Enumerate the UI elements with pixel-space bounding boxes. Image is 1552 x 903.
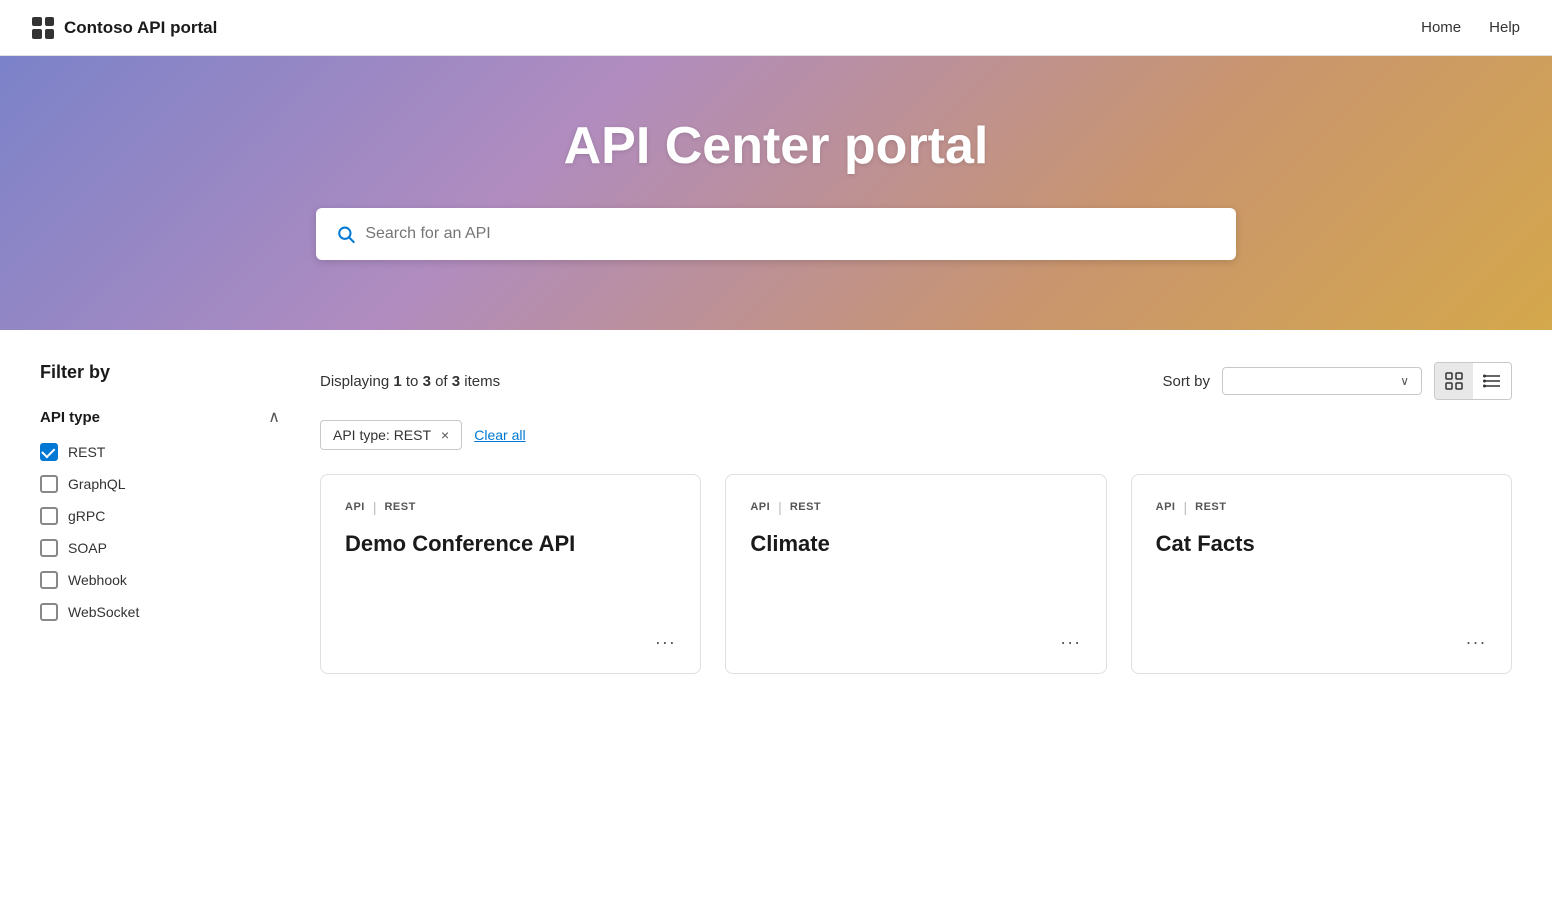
api-card-demo-conference[interactable]: API | REST Demo Conference API ... bbox=[320, 474, 701, 674]
checkbox-soap[interactable] bbox=[40, 539, 58, 557]
main-content: Filter by API type ∧ REST GraphQL gRPC S… bbox=[0, 330, 1552, 706]
card-footer-1: ... bbox=[750, 628, 1081, 649]
card-title-1: Climate bbox=[750, 531, 1081, 557]
api-type-section-header: API type ∧ bbox=[40, 407, 280, 427]
sidebar: Filter by API type ∧ REST GraphQL gRPC S… bbox=[40, 362, 280, 674]
range-end: 3 bbox=[423, 373, 431, 390]
api-type-options: REST GraphQL gRPC SOAP Webhook WebSocket bbox=[40, 443, 280, 621]
filter-by-title: Filter by bbox=[40, 362, 280, 383]
list-view-button[interactable] bbox=[1473, 363, 1511, 399]
of-text: of bbox=[435, 373, 448, 390]
grid-view-icon bbox=[1445, 372, 1463, 390]
filter-label-grpc: gRPC bbox=[68, 508, 105, 524]
filter-option-graphql[interactable]: GraphQL bbox=[40, 475, 280, 493]
range-start: 1 bbox=[393, 373, 401, 390]
api-card-cat-facts[interactable]: API | REST Cat Facts ... bbox=[1131, 474, 1512, 674]
card-divider-2: | bbox=[1184, 499, 1188, 515]
results-count: Displaying 1 to 3 of 3 items bbox=[320, 373, 500, 390]
card-menu-0[interactable]: ... bbox=[655, 628, 676, 649]
checkbox-rest[interactable] bbox=[40, 443, 58, 461]
card-footer-2: ... bbox=[1156, 628, 1487, 649]
checkbox-webhook[interactable] bbox=[40, 571, 58, 589]
hero-title: API Center portal bbox=[32, 116, 1520, 176]
card-divider-0: | bbox=[373, 499, 377, 515]
rest-filter-tag[interactable]: API type: REST × bbox=[320, 420, 462, 450]
view-toggle bbox=[1434, 362, 1512, 400]
checkbox-websocket[interactable] bbox=[40, 603, 58, 621]
sort-by-label: Sort by bbox=[1162, 373, 1210, 390]
range-to: to bbox=[406, 373, 419, 390]
card-title-2: Cat Facts bbox=[1156, 531, 1487, 557]
search-input[interactable] bbox=[365, 225, 1216, 243]
api-type-title: API type bbox=[40, 409, 100, 426]
search-icon bbox=[336, 224, 355, 244]
api-type-toggle-icon[interactable]: ∧ bbox=[268, 407, 280, 427]
filter-option-soap[interactable]: SOAP bbox=[40, 539, 280, 557]
card-tag2-2: REST bbox=[1195, 501, 1226, 513]
nav-links: Home Help bbox=[1421, 19, 1520, 36]
topnav: Contoso API portal Home Help bbox=[0, 0, 1552, 56]
card-header-0: API | REST bbox=[345, 499, 676, 515]
card-menu-1[interactable]: ... bbox=[1061, 628, 1082, 649]
filter-label-rest: REST bbox=[68, 444, 105, 460]
checkbox-grpc[interactable] bbox=[40, 507, 58, 525]
filter-label-graphql: GraphQL bbox=[68, 476, 126, 492]
card-title-0: Demo Conference API bbox=[345, 531, 676, 557]
card-divider-1: | bbox=[778, 499, 782, 515]
grid-view-button[interactable] bbox=[1435, 363, 1473, 399]
list-view-icon bbox=[1483, 372, 1501, 390]
card-tag2-0: REST bbox=[384, 501, 415, 513]
search-bar bbox=[316, 208, 1236, 260]
total: 3 bbox=[452, 373, 460, 390]
filter-option-rest[interactable]: REST bbox=[40, 443, 280, 461]
items-label: items bbox=[464, 373, 500, 390]
card-tag1-1: API bbox=[750, 501, 770, 513]
filter-label-websocket: WebSocket bbox=[68, 604, 139, 620]
filter-option-websocket[interactable]: WebSocket bbox=[40, 603, 280, 621]
results-header: Displaying 1 to 3 of 3 items Sort by ∨ bbox=[320, 362, 1512, 400]
display-text: Displaying bbox=[320, 373, 389, 390]
card-footer-0: ... bbox=[345, 628, 676, 649]
sort-area: Sort by ∨ bbox=[1162, 362, 1512, 400]
filter-label-webhook: Webhook bbox=[68, 572, 127, 588]
card-menu-2[interactable]: ... bbox=[1466, 628, 1487, 649]
clear-all-button[interactable]: Clear all bbox=[474, 427, 525, 443]
results-area: Displaying 1 to 3 of 3 items Sort by ∨ bbox=[320, 362, 1512, 674]
sort-select[interactable]: ∨ bbox=[1222, 367, 1422, 395]
cards-grid: API | REST Demo Conference API ... API |… bbox=[320, 474, 1512, 674]
hero-section: API Center portal bbox=[0, 56, 1552, 330]
api-card-climate[interactable]: API | REST Climate ... bbox=[725, 474, 1106, 674]
filter-tag-remove-icon[interactable]: × bbox=[441, 427, 449, 443]
card-header-2: API | REST bbox=[1156, 499, 1487, 515]
checkbox-graphql[interactable] bbox=[40, 475, 58, 493]
card-header-1: API | REST bbox=[750, 499, 1081, 515]
filter-option-webhook[interactable]: Webhook bbox=[40, 571, 280, 589]
filter-tag-label: API type: REST bbox=[333, 427, 431, 443]
nav-home[interactable]: Home bbox=[1421, 19, 1461, 36]
brand: Contoso API portal bbox=[32, 17, 217, 39]
card-tag1-2: API bbox=[1156, 501, 1176, 513]
nav-help[interactable]: Help bbox=[1489, 19, 1520, 36]
card-tag1-0: API bbox=[345, 501, 365, 513]
filter-option-grpc[interactable]: gRPC bbox=[40, 507, 280, 525]
sort-chevron-icon: ∨ bbox=[1400, 374, 1409, 388]
brand-icon bbox=[32, 17, 54, 39]
filter-label-soap: SOAP bbox=[68, 540, 107, 556]
active-filters: API type: REST × Clear all bbox=[320, 420, 1512, 450]
card-tag2-1: REST bbox=[790, 501, 821, 513]
brand-title: Contoso API portal bbox=[64, 18, 217, 38]
